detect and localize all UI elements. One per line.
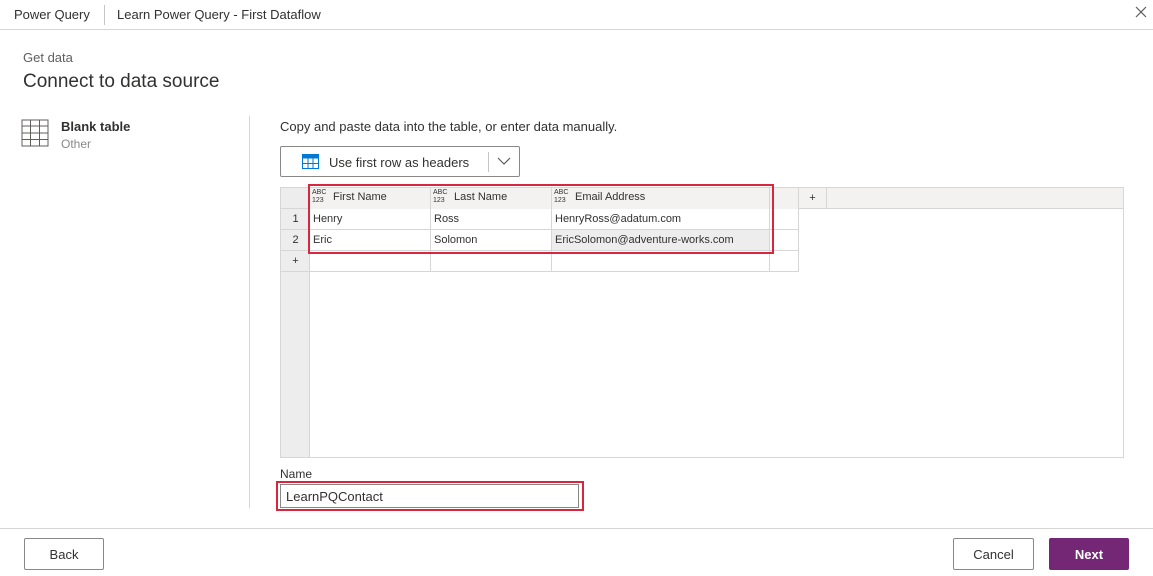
title-bar: Power Query Learn Power Query - First Da…	[0, 0, 1153, 30]
name-label: Name	[280, 467, 313, 481]
row-number: 1	[281, 209, 310, 230]
row-gutter: 1 2 +	[281, 188, 310, 457]
table-cell[interactable]: Eric	[310, 230, 431, 251]
add-row-button[interactable]: +	[281, 251, 310, 272]
table-cell-empty[interactable]	[770, 230, 799, 251]
table-cell[interactable]: HenryRoss@adatum.com	[552, 209, 770, 230]
type-any-icon: ABC 123	[554, 189, 569, 204]
new-row-cell[interactable]	[770, 251, 799, 272]
instruction-text: Copy and paste data into the table, or e…	[280, 119, 618, 134]
column-header-spacer	[770, 188, 799, 209]
table-cell[interactable]: Henry	[310, 209, 431, 230]
corner-cell	[281, 188, 310, 209]
column-header-last-name[interactable]: ABC 123 Last Name	[431, 188, 552, 209]
row-number: 2	[281, 230, 310, 251]
column-header-label: Email Address	[575, 191, 646, 203]
type-any-icon: ABC 123	[433, 189, 448, 204]
cancel-button[interactable]: Cancel	[953, 538, 1034, 570]
use-first-row-headers-button[interactable]: Use first row as headers	[280, 146, 520, 177]
chevron-down-icon[interactable]	[497, 156, 511, 166]
document-title: Learn Power Query - First Dataflow	[117, 7, 321, 22]
column-header-first-name[interactable]: ABC 123 First Name	[310, 188, 431, 209]
table-cell-empty[interactable]	[770, 209, 799, 230]
new-row-cell[interactable]	[310, 251, 431, 272]
table-cell[interactable]: Solomon	[431, 230, 552, 251]
column-header-label: Last Name	[454, 191, 508, 203]
title-separator	[104, 5, 105, 25]
data-table: 1 2 + ABC 123 First Name ABC 123 Last Name…	[280, 187, 1124, 458]
add-column-button[interactable]: +	[799, 188, 827, 209]
column-header-email[interactable]: ABC 123 Email Address	[552, 188, 770, 209]
breadcrumb: Get data	[23, 50, 73, 65]
footer-bar: Back Cancel Next	[0, 528, 1153, 576]
next-button[interactable]: Next	[1049, 538, 1129, 570]
page-title: Connect to data source	[23, 71, 220, 92]
close-icon[interactable]	[1133, 4, 1149, 20]
headers-button-label: Use first row as headers	[329, 155, 470, 170]
column-header-label: First Name	[333, 191, 387, 203]
table-cell[interactable]: Ross	[431, 209, 552, 230]
panel-divider	[249, 116, 250, 508]
type-any-icon: ABC 123	[312, 189, 327, 204]
source-name: Blank table	[61, 119, 131, 134]
split-divider	[488, 152, 489, 172]
source-category: Other	[61, 137, 92, 151]
query-name-input[interactable]	[280, 484, 579, 508]
header-row: ABC 123 First Name ABC 123 Last Name ABC 12…	[310, 188, 1123, 209]
new-row-cell[interactable]	[431, 251, 552, 272]
app-name: Power Query	[14, 7, 90, 22]
back-button[interactable]: Back	[24, 538, 104, 570]
table-icon	[21, 119, 49, 147]
selected-source: Blank table Other	[21, 118, 221, 154]
table-cell-selected[interactable]: EricSolomon@adventure-works.com	[552, 230, 770, 251]
new-row-cell[interactable]	[552, 251, 770, 272]
table-headers-icon	[302, 154, 319, 169]
